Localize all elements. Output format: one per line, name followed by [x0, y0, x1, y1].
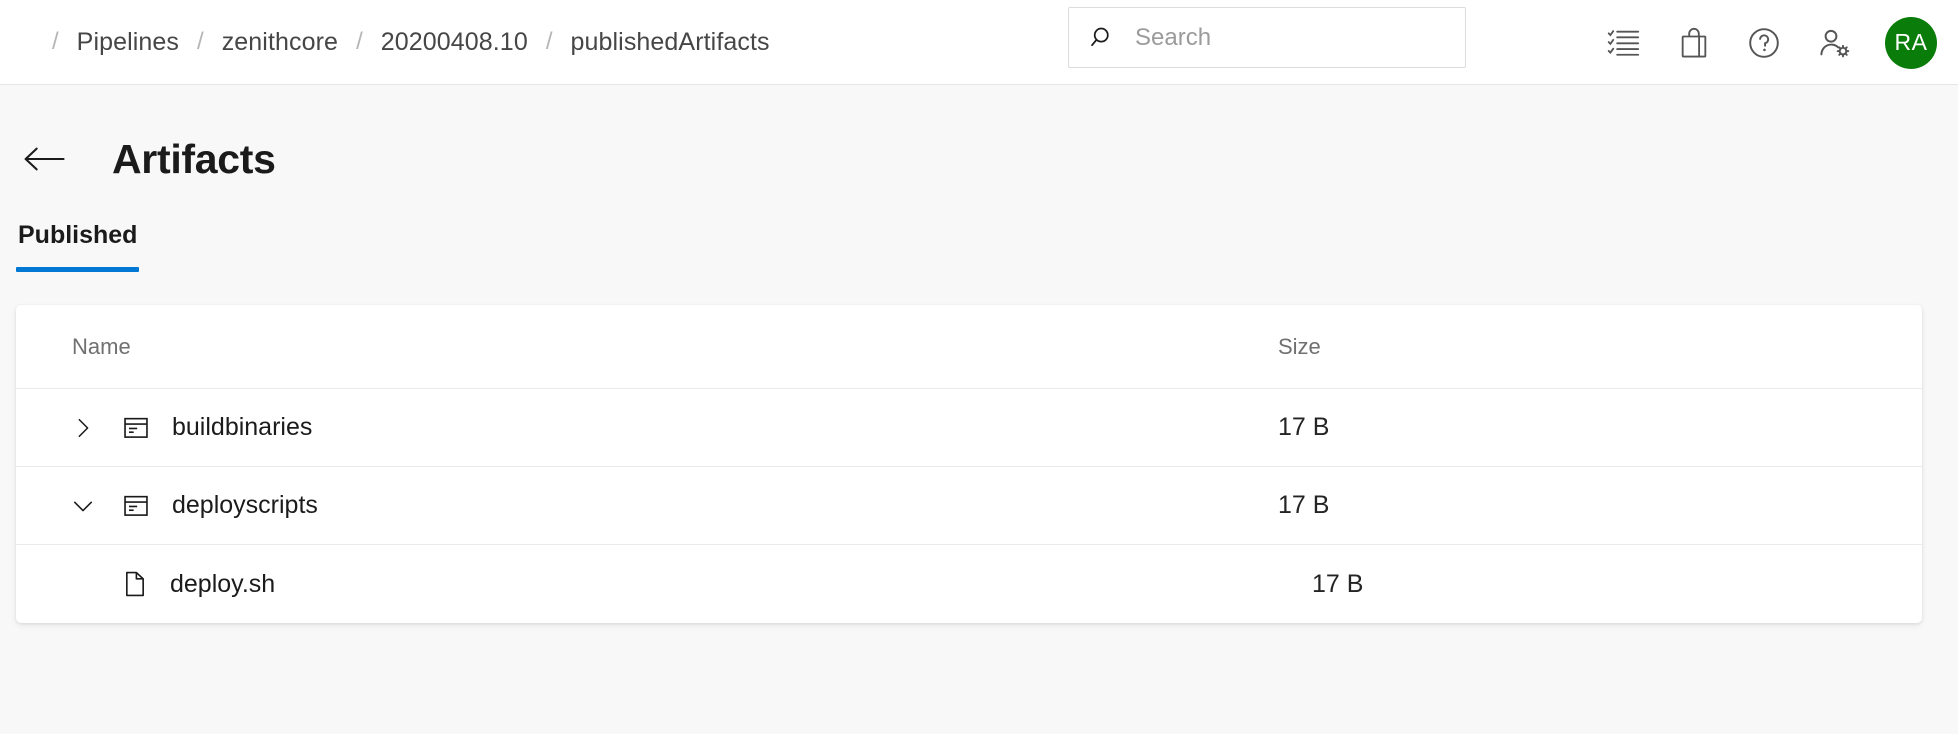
column-header-name: Name	[72, 334, 131, 360]
column-header-size: Size	[1278, 334, 1922, 360]
avatar[interactable]: RA	[1885, 17, 1937, 69]
chevron-right-icon[interactable]	[72, 417, 106, 439]
artifacts-table: Name Size buildb	[16, 305, 1922, 623]
breadcrumb-separator: /	[52, 28, 59, 56]
chevron-down-icon[interactable]	[72, 495, 106, 517]
table-row[interactable]: deployscripts 17 B	[16, 467, 1922, 545]
row-name: deployscripts	[172, 491, 318, 520]
search-box[interactable]	[1068, 7, 1466, 68]
breadcrumb-separator: /	[546, 28, 553, 56]
tab-published[interactable]: Published	[16, 221, 139, 275]
header-actions: RA	[1589, 0, 1948, 85]
row-name-cell: deployscripts	[72, 491, 1278, 520]
row-size: 17 B	[1312, 570, 1922, 599]
breadcrumb-item-published-artifacts[interactable]: publishedArtifacts	[571, 28, 770, 57]
row-name-cell: deploy.sh	[106, 570, 1312, 599]
breadcrumb-item-pipelines[interactable]: Pipelines	[77, 28, 179, 57]
breadcrumb-separator: /	[197, 28, 204, 56]
marketplace-bag-icon[interactable]	[1659, 8, 1729, 78]
page-header: Artifacts	[0, 131, 1958, 187]
file-icon	[122, 570, 148, 598]
row-name-cell: buildbinaries	[72, 413, 1278, 442]
table-row[interactable]: buildbinaries 17 B	[16, 389, 1922, 467]
row-size: 17 B	[1278, 491, 1922, 520]
tab-published-label: Published	[18, 221, 137, 250]
breadcrumb: / Pipelines / zenithcore / 20200408.10 /…	[34, 0, 770, 84]
help-question-icon[interactable]	[1729, 8, 1799, 78]
search-input[interactable]	[1133, 23, 1433, 53]
top-header-bar: / Pipelines / zenithcore / 20200408.10 /…	[0, 0, 1958, 85]
breadcrumb-separator: /	[356, 28, 363, 56]
table-row[interactable]: deploy.sh 17 B	[16, 545, 1922, 623]
tab-selected-indicator	[16, 267, 139, 272]
row-name: buildbinaries	[172, 413, 312, 442]
page-body: Artifacts Published Name Size	[0, 131, 1958, 623]
user-settings-icon[interactable]	[1799, 8, 1869, 78]
column-header-name-cell: Name	[72, 334, 1278, 360]
row-name: deploy.sh	[170, 570, 275, 599]
artifact-archive-icon	[122, 492, 150, 520]
tab-bar: Published	[0, 221, 1958, 275]
search-icon	[1089, 24, 1117, 52]
boards-checklist-icon[interactable]	[1589, 8, 1659, 78]
breadcrumb-item-build-number[interactable]: 20200408.10	[381, 28, 528, 57]
row-size: 17 B	[1278, 413, 1922, 442]
page-title: Artifacts	[112, 136, 276, 183]
back-arrow-icon[interactable]	[22, 144, 66, 174]
avatar-initials: RA	[1895, 29, 1928, 56]
artifact-archive-icon	[122, 414, 150, 442]
breadcrumb-item-zenithcore[interactable]: zenithcore	[222, 28, 338, 57]
table-header-row: Name Size	[16, 305, 1922, 389]
